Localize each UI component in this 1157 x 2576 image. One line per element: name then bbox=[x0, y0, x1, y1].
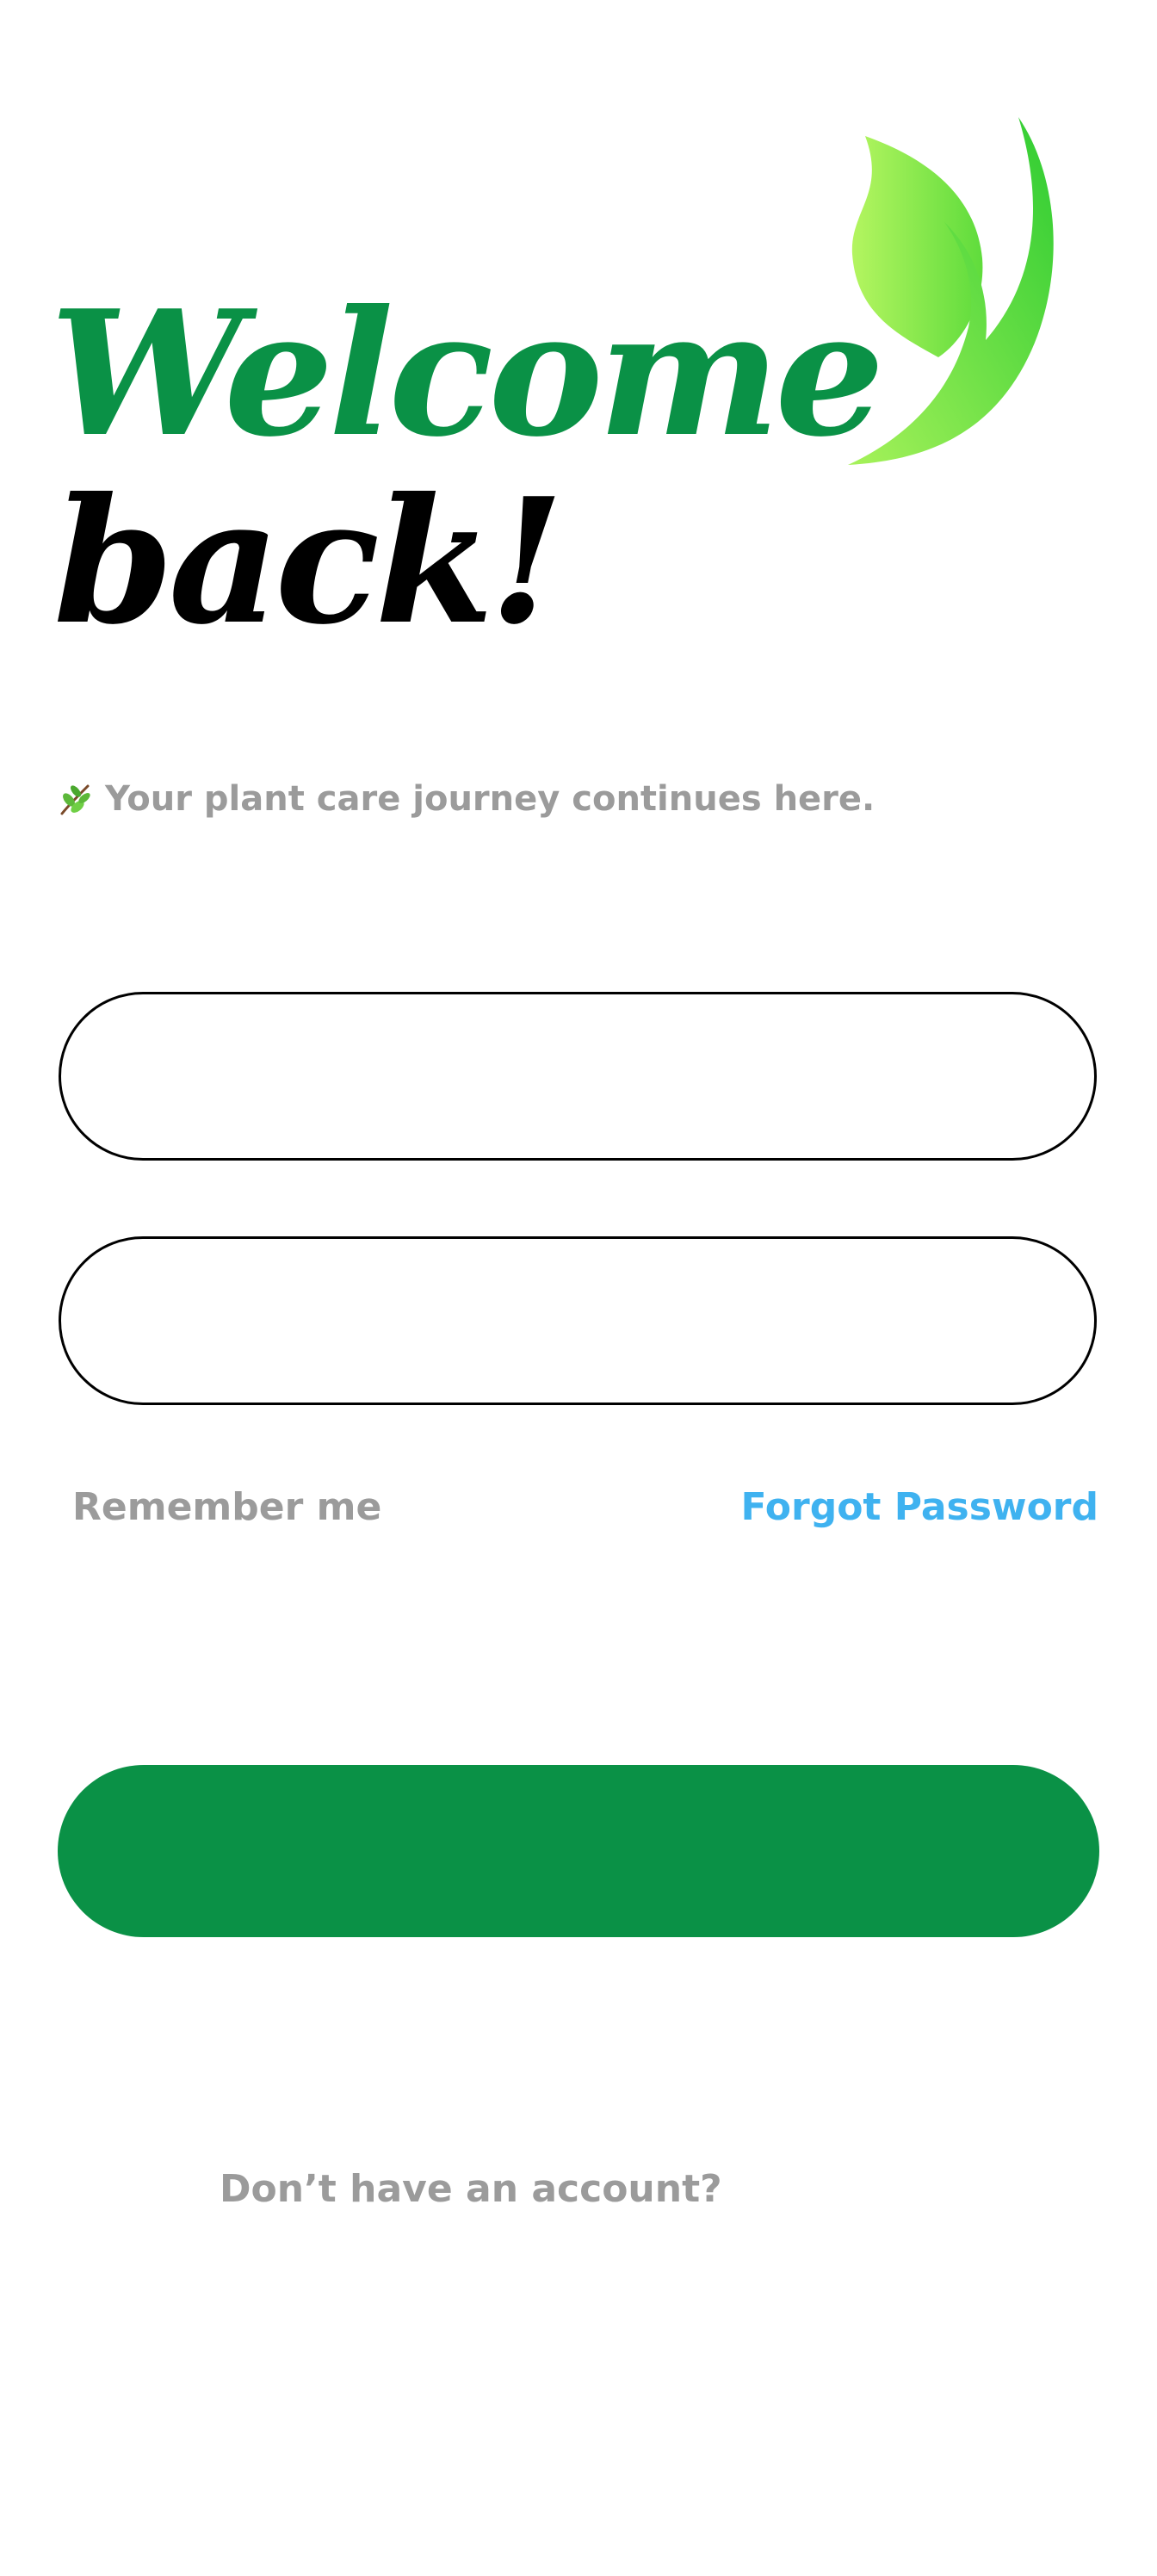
forgot-password-link[interactable]: Forgot Password bbox=[741, 1485, 1099, 1529]
subtitle-text: Your plant care journey continues here. bbox=[105, 779, 875, 819]
herb-icon bbox=[60, 784, 90, 815]
password-field[interactable] bbox=[59, 1236, 1097, 1405]
title-welcome: Welcome bbox=[50, 273, 885, 475]
email-field[interactable] bbox=[59, 992, 1097, 1161]
title-back: back! bbox=[53, 461, 565, 663]
login-button[interactable] bbox=[58, 1765, 1099, 1937]
subtitle: Your plant care journey continues here. bbox=[57, 779, 875, 819]
signup-prompt: Don’t have an account? bbox=[220, 2167, 722, 2211]
remember-me-toggle[interactable]: Remember me bbox=[72, 1485, 381, 1529]
